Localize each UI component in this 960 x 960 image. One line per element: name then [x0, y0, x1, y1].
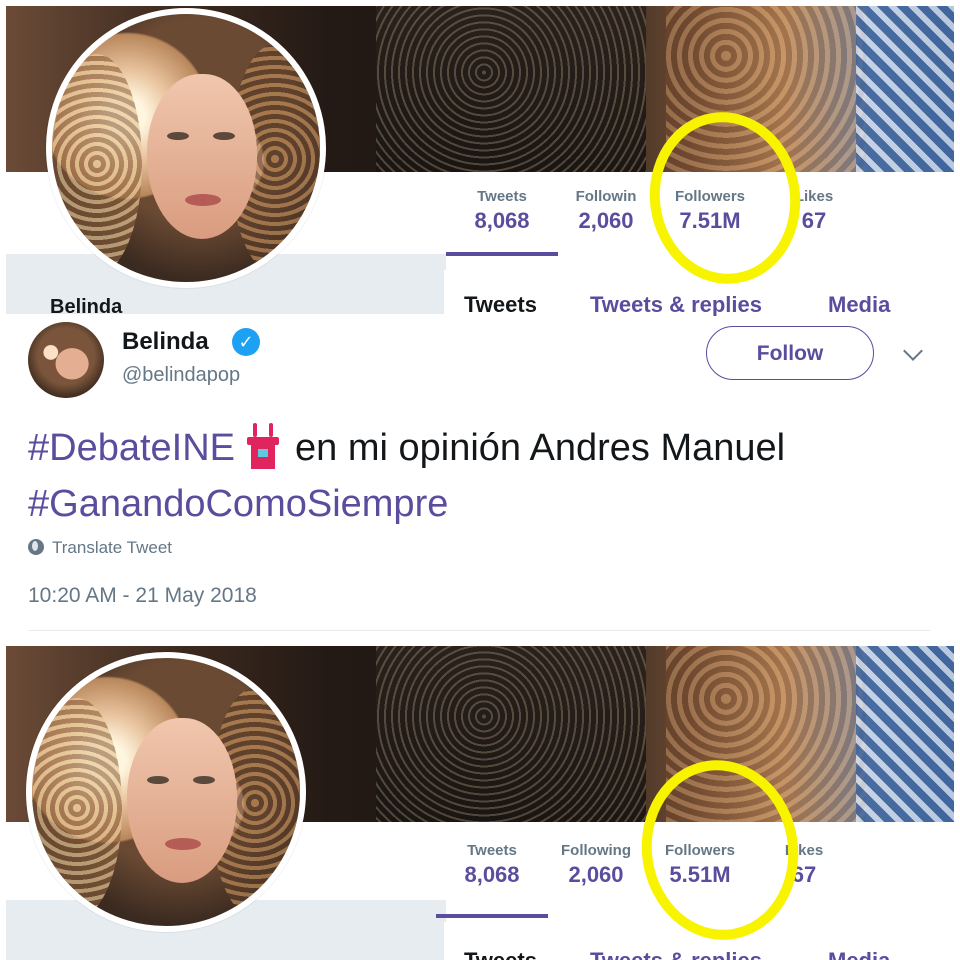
globe-icon	[28, 539, 44, 555]
translate-label: Translate Tweet	[52, 538, 173, 557]
top-profile-header: Belinda Tweets 8,068 Followin 2,060 Foll…	[0, 0, 960, 316]
stat-value: 8,068	[464, 862, 520, 887]
hashtag-link[interactable]: #DebateINE	[28, 427, 235, 469]
chevron-down-icon[interactable]	[903, 341, 923, 361]
profile-name-peek: Belinda	[50, 296, 123, 316]
stat-label: Followin	[575, 188, 637, 205]
tab-media[interactable]: Media	[828, 292, 890, 316]
stat-value: 2,060	[578, 208, 634, 233]
tweet-author-name[interactable]: Belinda	[122, 328, 209, 356]
verified-badge-icon: ✓	[232, 328, 260, 356]
tab-tweets[interactable]: Tweets	[464, 292, 537, 316]
hashtag-link[interactable]: #GanandoComoSiempre	[28, 483, 448, 525]
profile-avatar[interactable]	[26, 652, 306, 932]
tweet-body-text: en mi opinión Andres Manuel	[295, 427, 786, 469]
stat-label: Tweets	[467, 842, 517, 859]
podium-emoji-icon	[245, 422, 281, 469]
stat-tweets[interactable]: Tweets 8,068	[436, 842, 548, 918]
stat-following[interactable]: Followin 2,060	[554, 188, 658, 234]
tweet-author-avatar[interactable]	[28, 322, 104, 398]
translate-tweet-link[interactable]: Translate Tweet	[28, 538, 172, 558]
tweet-text: #DebateINE en mi opinión Andres Manuel #G…	[28, 420, 938, 532]
tweet-timestamp[interactable]: 10:20 AM - 21 May 2018	[28, 584, 257, 608]
tab-tweets-replies[interactable]: Tweets & replies	[590, 948, 762, 960]
stat-label: Following	[561, 842, 631, 859]
follow-button[interactable]: Follow	[706, 326, 874, 380]
stat-following[interactable]: Following 2,060	[544, 842, 648, 888]
bottom-profile-header: Tweets 8,068 Following 2,060 Followers 5…	[0, 640, 960, 960]
stat-value: 8,068	[474, 208, 530, 233]
tab-tweets-replies[interactable]: Tweets & replies	[590, 292, 762, 316]
tab-media[interactable]: Media	[828, 948, 890, 960]
tab-tweets[interactable]: Tweets	[464, 948, 537, 960]
tweet-author-handle[interactable]: @belindapop	[122, 364, 240, 387]
tweet-card: Belinda ✓ @belindapop Follow #DebateINE e…	[0, 316, 960, 640]
profile-avatar[interactable]	[46, 8, 326, 288]
stat-label: Tweets	[477, 188, 527, 205]
stat-value: 2,060	[568, 862, 624, 887]
stat-tweets[interactable]: Tweets 8,068	[446, 188, 558, 256]
divider	[28, 630, 930, 631]
